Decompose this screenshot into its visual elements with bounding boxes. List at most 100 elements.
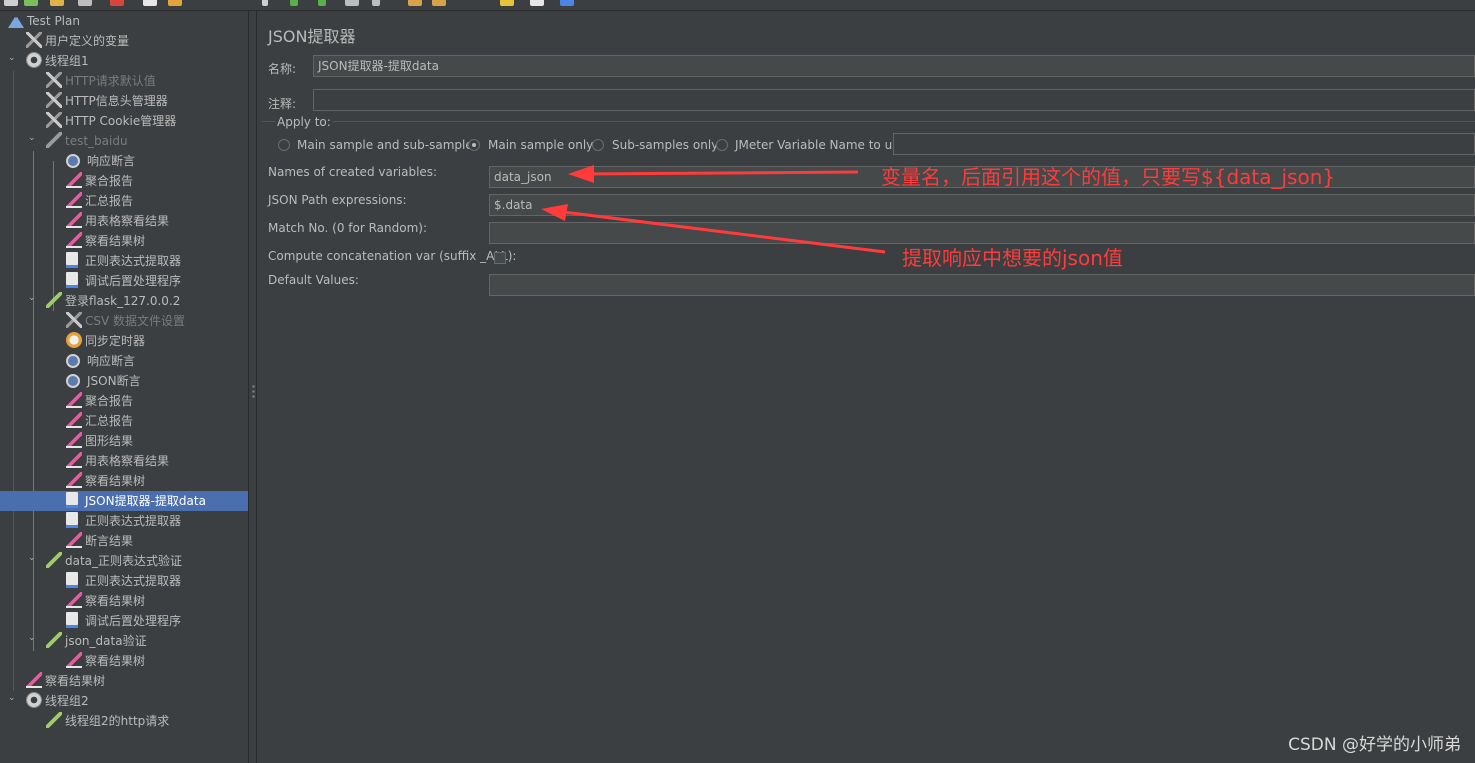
radio-main-only[interactable] bbox=[468, 139, 480, 151]
name-field[interactable]: JSON提取器-提取data bbox=[313, 55, 1475, 77]
clear-icon[interactable] bbox=[408, 0, 422, 6]
tree-node[interactable]: HTTP请求默认值 bbox=[46, 71, 156, 91]
tree-node[interactable]: 聚合报告 bbox=[66, 391, 133, 411]
tree-expand-chevron-icon[interactable]: ⌄ bbox=[28, 293, 38, 303]
tree-node-label: 调试后置处理程序 bbox=[85, 274, 182, 288]
json-extractor-panel: JSON提取器 名称: JSON提取器-提取data 注释: Apply to:… bbox=[257, 11, 1475, 763]
tree-node[interactable]: 察看结果树 bbox=[66, 591, 145, 611]
start-icon[interactable] bbox=[290, 0, 298, 6]
default-values-field[interactable] bbox=[489, 274, 1475, 296]
tree-node[interactable]: 响应断言 bbox=[66, 151, 135, 171]
copy-icon[interactable] bbox=[143, 0, 157, 6]
tree-node[interactable]: 线程组2 bbox=[26, 691, 89, 711]
tree-node[interactable]: 调试后置处理程序 bbox=[66, 611, 181, 631]
annotation-variable-note: 变量名，后面引用这个的值，只要写${data_json} bbox=[881, 165, 1336, 189]
radio-main-only-label[interactable]: Main sample only bbox=[488, 138, 593, 152]
tree-expand-chevron-icon[interactable]: ⌄ bbox=[8, 693, 18, 703]
wrench-icon bbox=[46, 92, 62, 108]
wrench-icon bbox=[66, 312, 82, 328]
tree-node[interactable]: 断言结果 bbox=[66, 531, 133, 551]
toolbar bbox=[0, 0, 1475, 11]
tree-node-label: json_data验证 bbox=[65, 634, 147, 648]
tree-node-label: 同步定时器 bbox=[85, 334, 146, 348]
tree-expand-chevron-icon[interactable]: ⌄ bbox=[8, 53, 18, 63]
tree-node[interactable]: 图形结果 bbox=[66, 431, 133, 451]
tree-guide-line bbox=[33, 151, 34, 651]
radio-main-and-sub-label[interactable]: Main sample and sub-samples bbox=[297, 138, 479, 152]
tree-node[interactable]: 察看结果树 bbox=[66, 471, 145, 491]
timer-icon bbox=[66, 332, 82, 348]
radio-sub-only[interactable] bbox=[592, 139, 604, 151]
template-icon[interactable] bbox=[24, 0, 38, 6]
name-label: 名称: bbox=[268, 62, 297, 76]
tree-node[interactable]: 响应断言 bbox=[66, 351, 135, 371]
tree-node-label: CSV 数据文件设置 bbox=[85, 314, 186, 328]
shutdown-icon[interactable] bbox=[372, 0, 380, 6]
tree-node[interactable]: 同步定时器 bbox=[66, 331, 145, 351]
tree-node-label: 聚合报告 bbox=[85, 174, 134, 188]
tree-node[interactable]: HTTP Cookie管理器 bbox=[46, 111, 176, 131]
concat-var-checkbox[interactable] bbox=[494, 252, 506, 264]
stop-icon[interactable] bbox=[345, 0, 359, 6]
clear-all-icon[interactable] bbox=[432, 0, 446, 6]
paste-icon[interactable] bbox=[168, 0, 182, 6]
comment-field[interactable] bbox=[313, 89, 1475, 111]
tree-node[interactable]: 调试后置处理程序 bbox=[66, 271, 181, 291]
tree-node-label: 线程组2的http请求 bbox=[65, 714, 170, 728]
tree-node[interactable]: 登录flask_127.0.0.2 bbox=[46, 291, 180, 311]
tree-node-label: 汇总报告 bbox=[85, 414, 134, 428]
radio-sub-only-label[interactable]: Sub-samples only bbox=[612, 138, 718, 152]
save-icon[interactable] bbox=[78, 0, 92, 6]
tree-node[interactable]: 察看结果树 bbox=[66, 231, 145, 251]
tree-expand-chevron-icon[interactable]: ⌄ bbox=[28, 553, 38, 563]
tree-node[interactable]: 察看结果树 bbox=[26, 671, 105, 691]
tree-node[interactable]: 聚合报告 bbox=[66, 171, 133, 191]
panel-splitter[interactable] bbox=[248, 11, 257, 763]
tree-node[interactable]: 正则表达式提取器 bbox=[66, 571, 181, 591]
tree-node[interactable]: 正则表达式提取器 bbox=[66, 251, 181, 271]
json-path-field[interactable]: $.data bbox=[489, 194, 1475, 216]
tree-node[interactable]: CSV 数据文件设置 bbox=[66, 311, 185, 331]
tree-node-label: Test Plan bbox=[27, 14, 80, 28]
tree-node[interactable]: HTTP信息头管理器 bbox=[46, 91, 168, 111]
tree-node-label: 聚合报告 bbox=[85, 394, 134, 408]
tree-node[interactable]: Test Plan bbox=[8, 11, 80, 31]
wrench-icon bbox=[46, 72, 62, 88]
expand-icon[interactable] bbox=[262, 0, 268, 6]
tree-node-label: 正则表达式提取器 bbox=[85, 574, 182, 588]
open-icon[interactable] bbox=[50, 0, 64, 6]
tree-node[interactable]: 用表格察看结果 bbox=[66, 451, 169, 471]
tree-node[interactable]: 汇总报告 bbox=[66, 191, 133, 211]
tree-node[interactable]: 线程组1 bbox=[26, 51, 89, 71]
tree-node[interactable]: test_baidu bbox=[46, 131, 128, 151]
chart-icon bbox=[26, 672, 42, 688]
radio-jmeter-variable-label[interactable]: JMeter Variable Name to use bbox=[735, 138, 906, 152]
start-no-pause-icon[interactable] bbox=[318, 0, 326, 6]
tree-node[interactable]: JSON断言 bbox=[66, 371, 141, 391]
doc-icon bbox=[66, 512, 78, 528]
radio-main-and-sub[interactable] bbox=[278, 139, 290, 151]
tree-node[interactable]: 线程组2的http请求 bbox=[46, 711, 169, 731]
tree-node[interactable]: 正则表达式提取器 bbox=[66, 511, 181, 531]
tree-node[interactable]: JSON提取器-提取data bbox=[0, 491, 248, 511]
tree-node-label: 正则表达式提取器 bbox=[85, 514, 182, 528]
tree-node[interactable]: 察看结果树 bbox=[66, 651, 145, 671]
tree-node[interactable]: 汇总报告 bbox=[66, 411, 133, 431]
magnifier-icon bbox=[66, 154, 80, 168]
tree-node[interactable]: data_正则表达式验证 bbox=[46, 551, 182, 571]
tree-node[interactable]: 用表格察看结果 bbox=[66, 211, 169, 231]
jmeter-variable-field[interactable] bbox=[893, 133, 1475, 155]
cut-icon[interactable] bbox=[110, 0, 124, 6]
tree-expand-chevron-icon[interactable]: ⌄ bbox=[28, 633, 38, 643]
radio-jmeter-variable[interactable] bbox=[716, 139, 728, 151]
splitter-grip-icon[interactable] bbox=[252, 384, 255, 398]
tree-node[interactable]: 用户定义的变量 bbox=[26, 31, 129, 51]
pen-icon bbox=[46, 292, 62, 308]
function-helper-icon[interactable] bbox=[560, 0, 574, 6]
tree-node[interactable]: json_data验证 bbox=[46, 631, 147, 651]
reset-search-icon[interactable] bbox=[530, 0, 544, 6]
tree-expand-chevron-icon[interactable]: ⌄ bbox=[28, 133, 38, 143]
match-no-field[interactable] bbox=[489, 222, 1475, 244]
search-icon[interactable] bbox=[500, 0, 514, 6]
new-icon[interactable] bbox=[4, 0, 18, 6]
